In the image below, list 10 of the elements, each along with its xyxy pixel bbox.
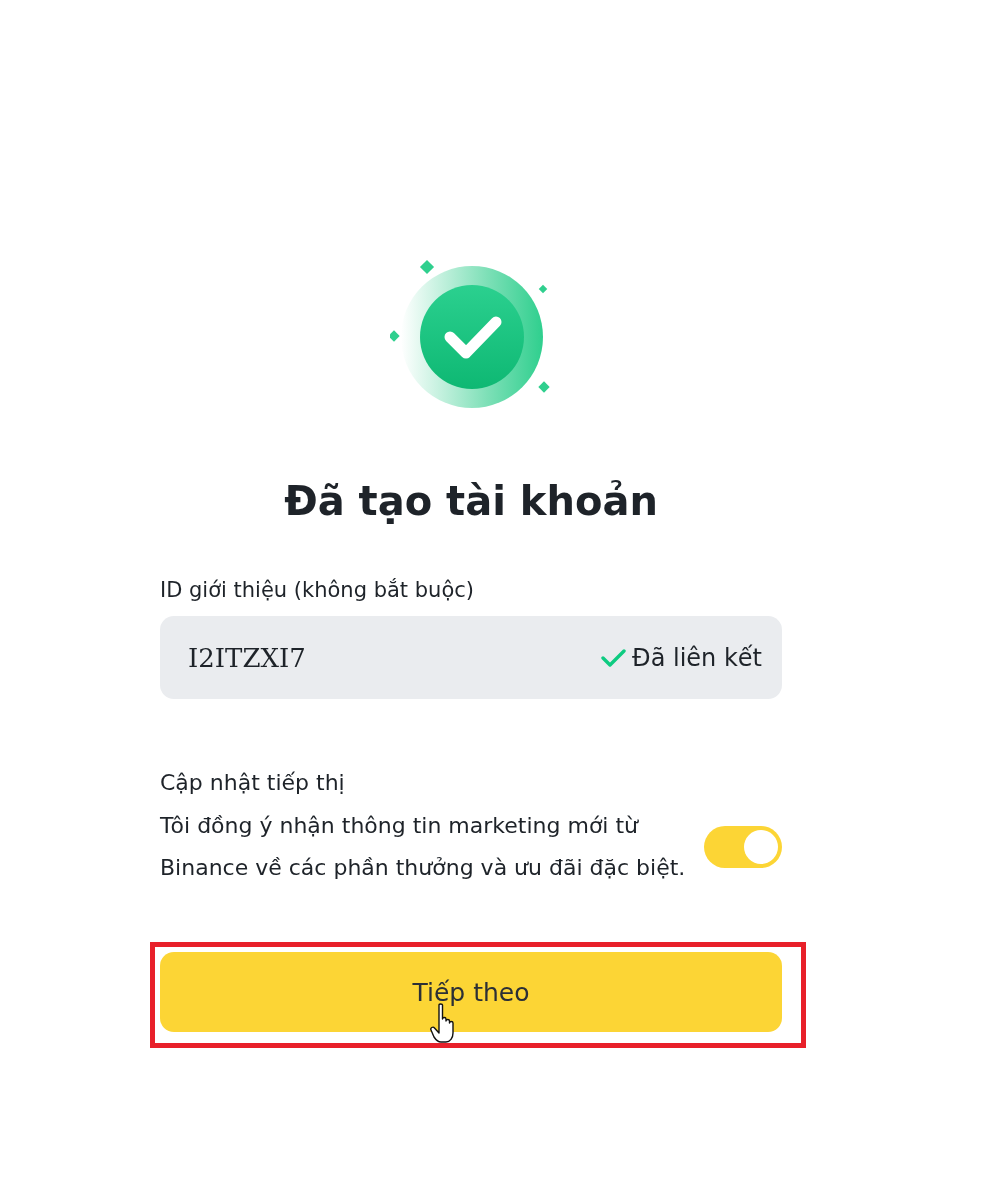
next-button[interactable]: Tiếp theo <box>160 952 782 1032</box>
referral-id-field[interactable]: I2ITZXI7 Đã liên kết <box>160 616 782 699</box>
section-title: Cập nhật tiếp thị <box>160 769 345 797</box>
success-check-icon <box>390 258 550 410</box>
consent-text: Tôi đồng ý nhận thông tin marketing mới từ Binance về các phần thưởng và ưu đãi đặc biệt. <box>160 812 687 882</box>
check-icon <box>601 648 627 667</box>
field-label: ID giới thiệu (không bắt buộc) <box>160 577 474 604</box>
page-title: Đã tạo tài khoản <box>284 478 658 524</box>
toggle-switch[interactable] <box>704 826 782 868</box>
link-status: Đã liên kết <box>632 643 762 672</box>
